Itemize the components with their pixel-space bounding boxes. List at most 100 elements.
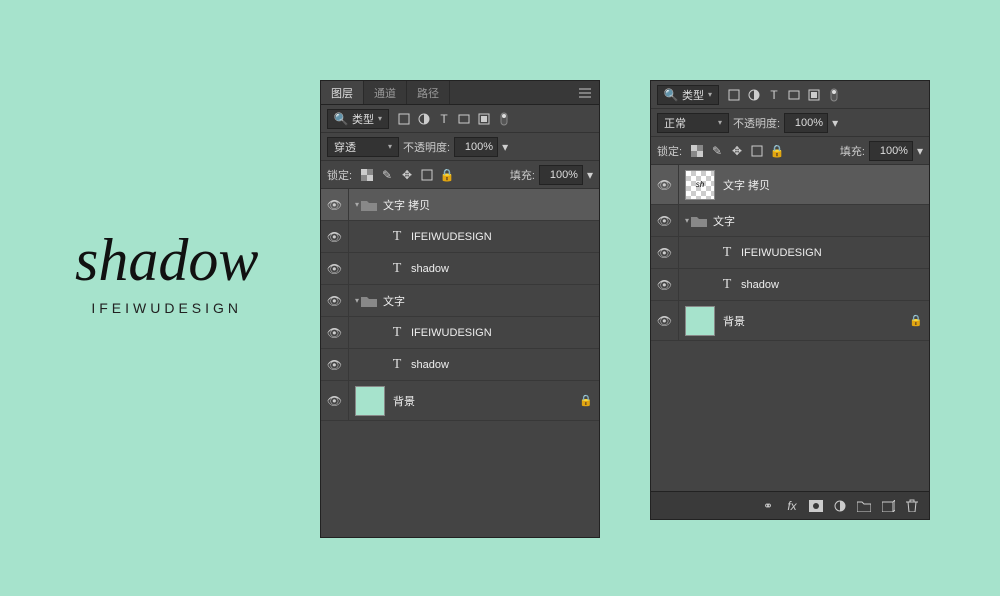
tab-layers[interactable]: 图层 [321, 81, 364, 104]
layer-name: shadow [411, 359, 449, 371]
new-layer-icon[interactable] [881, 499, 895, 513]
visibility-toggle[interactable]: 👁 [321, 349, 349, 380]
filter-shape-icon[interactable] [457, 112, 471, 126]
layers-list: 👁 sh 文字 拷贝 👁 ▾ 文字 👁 T IFEIWUDESIGN 👁 T s… [651, 165, 929, 341]
lock-transparency-icon[interactable] [690, 144, 704, 158]
blend-mode-value: 穿透 [334, 139, 356, 155]
visibility-toggle[interactable]: 👁 [651, 205, 679, 236]
layer-text-2[interactable]: 👁 T shadow [651, 269, 929, 301]
layer-group-copy[interactable]: 👁 ▾ 文字 拷贝 [321, 189, 599, 221]
tab-paths[interactable]: 路径 [407, 81, 450, 104]
layer-thumbnail: sh [685, 170, 715, 200]
filter-row: 🔍 类型 ▾ T [651, 81, 929, 109]
filter-pixel-icon[interactable] [397, 112, 411, 126]
layer-group-text[interactable]: 👁 ▾ 文字 [321, 285, 599, 317]
filter-type-icon[interactable]: T [437, 112, 451, 126]
opacity-label: 不透明度: [403, 139, 450, 155]
fill-label: 填充: [510, 167, 535, 183]
fill-value[interactable]: 100% [869, 141, 913, 161]
type-icon: T [389, 262, 405, 276]
chevron-down-icon[interactable]: ▾ [502, 140, 508, 154]
chevron-down-icon[interactable]: ▾ [832, 116, 838, 130]
opacity-value[interactable]: 100% [784, 113, 828, 133]
filter-smart-icon[interactable] [477, 112, 491, 126]
layer-smartobject-copy[interactable]: 👁 sh 文字 拷贝 [651, 165, 929, 205]
expand-toggle[interactable]: ▾ [355, 296, 359, 305]
lock-transparency-icon[interactable] [360, 168, 374, 182]
visibility-toggle[interactable]: 👁 [651, 269, 679, 300]
blend-mode-select[interactable]: 正常 ▾ [657, 113, 729, 133]
visibility-toggle[interactable]: 👁 [651, 301, 679, 340]
lock-all-icon[interactable]: 🔒 [440, 168, 454, 182]
adjustment-layer-icon[interactable] [833, 499, 847, 513]
lock-icon[interactable]: 🔒 [909, 314, 923, 327]
visibility-toggle[interactable]: 👁 [321, 381, 349, 420]
layer-effects-icon[interactable]: fx [785, 499, 799, 513]
filter-adjustment-icon[interactable] [417, 112, 431, 126]
layer-text-1[interactable]: 👁 T IFEIWUDESIGN [651, 237, 929, 269]
layer-background[interactable]: 👁 背景 🔒 [321, 381, 599, 421]
filter-row: 🔍 类型 ▾ T [321, 105, 599, 133]
layer-text-1[interactable]: 👁 T IFEIWUDESIGN [321, 221, 599, 253]
opacity-value[interactable]: 100% [454, 137, 498, 157]
blend-mode-value: 正常 [664, 115, 686, 131]
visibility-toggle[interactable]: 👁 [651, 165, 679, 204]
layer-group-text[interactable]: 👁 ▾ 文字 [651, 205, 929, 237]
panel-menu-icon[interactable] [571, 81, 599, 104]
layer-name: 文字 [713, 213, 735, 229]
filter-toggle-icon[interactable] [497, 112, 511, 126]
filter-type-icon[interactable]: T [767, 88, 781, 102]
tab-channels[interactable]: 通道 [364, 81, 407, 104]
folder-icon [361, 198, 377, 212]
fill-label: 填充: [840, 143, 865, 159]
lock-pixels-icon[interactable]: ✎ [710, 144, 724, 158]
blend-mode-select[interactable]: 穿透 ▾ [327, 137, 399, 157]
panel-tabs: 图层 通道 路径 [321, 81, 599, 105]
filter-icons: T [397, 112, 511, 126]
search-icon: 🔍 [334, 112, 348, 126]
visibility-toggle[interactable]: 👁 [321, 221, 349, 252]
filter-pixel-icon[interactable] [727, 88, 741, 102]
layers-panel-right: 🔍 类型 ▾ T 正常 ▾ 不透明度: 100% ▾ 锁定: ✎ ✥ 🔒 [650, 80, 930, 520]
filter-adjustment-icon[interactable] [747, 88, 761, 102]
visibility-toggle[interactable]: 👁 [321, 317, 349, 348]
lock-position-icon[interactable]: ✥ [730, 144, 744, 158]
lock-all-icon[interactable]: 🔒 [770, 144, 784, 158]
visibility-toggle[interactable]: 👁 [321, 189, 349, 220]
lock-pixels-icon[interactable]: ✎ [380, 168, 394, 182]
filter-smart-icon[interactable] [807, 88, 821, 102]
chevron-down-icon[interactable]: ▾ [587, 168, 593, 182]
chevron-down-icon[interactable]: ▾ [917, 144, 923, 158]
layer-text-2[interactable]: 👁 T shadow [321, 253, 599, 285]
lock-artboard-icon[interactable] [750, 144, 764, 158]
lock-icon[interactable]: 🔒 [579, 394, 593, 407]
folder-icon [691, 214, 707, 228]
layer-text-3[interactable]: 👁 T IFEIWUDESIGN [321, 317, 599, 349]
layer-background[interactable]: 👁 背景 🔒 [651, 301, 929, 341]
expand-toggle[interactable]: ▾ [685, 216, 689, 225]
visibility-toggle[interactable]: 👁 [321, 253, 349, 284]
link-layers-icon[interactable]: ⚭ [761, 499, 775, 513]
layer-mask-icon[interactable] [809, 499, 823, 513]
visibility-toggle[interactable]: 👁 [321, 285, 349, 316]
layer-filter-select[interactable]: 🔍 类型 ▾ [657, 85, 719, 105]
fill-value[interactable]: 100% [539, 165, 583, 185]
lock-position-icon[interactable]: ✥ [400, 168, 414, 182]
lock-artboard-icon[interactable] [420, 168, 434, 182]
layer-text-4[interactable]: 👁 T shadow [321, 349, 599, 381]
expand-toggle[interactable]: ▾ [355, 200, 359, 209]
new-group-icon[interactable] [857, 499, 871, 513]
filter-label: 类型 [352, 111, 374, 127]
layer-filter-select[interactable]: 🔍 类型 ▾ [327, 109, 389, 129]
delete-layer-icon[interactable] [905, 499, 919, 513]
opacity-label: 不透明度: [733, 115, 780, 131]
filter-toggle-icon[interactable] [827, 88, 841, 102]
layer-name: 背景 [723, 313, 745, 329]
filter-shape-icon[interactable] [787, 88, 801, 102]
visibility-toggle[interactable]: 👁 [651, 237, 679, 268]
layer-name: IFEIWUDESIGN [411, 231, 492, 243]
layers-list: 👁 ▾ 文字 拷贝 👁 T IFEIWUDESIGN 👁 T shadow 👁 … [321, 189, 599, 421]
layer-name: 文字 拷贝 [383, 197, 430, 213]
type-icon: T [389, 358, 405, 372]
layer-name: shadow [741, 279, 779, 291]
